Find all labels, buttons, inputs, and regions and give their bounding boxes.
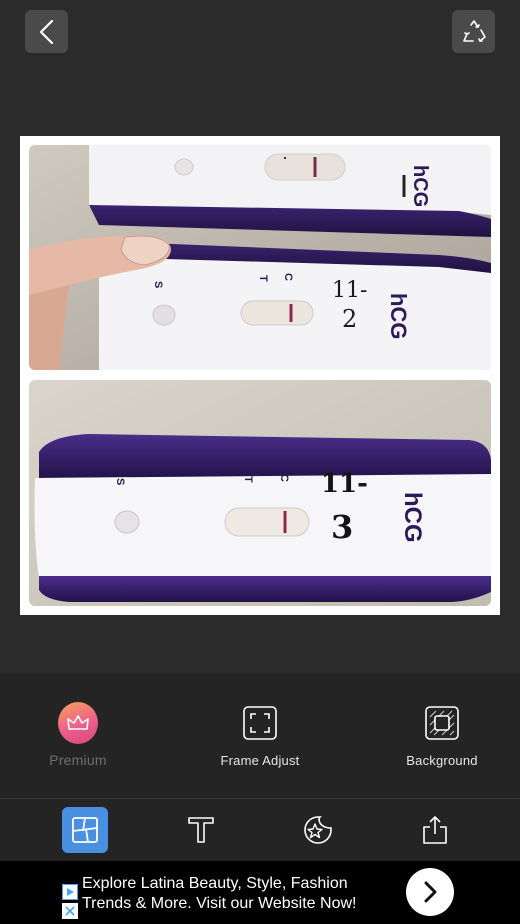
photo-1-window-letter-t: T [257, 275, 269, 282]
background-icon [425, 706, 459, 740]
tab-sticker[interactable] [295, 807, 341, 853]
ad-open-button[interactable] [406, 868, 454, 916]
ad-banner[interactable]: Explore Latina Beauty, Style, Fashion Tr… [0, 861, 520, 924]
sticker-icon [304, 816, 332, 844]
back-button[interactable] [25, 10, 68, 53]
layout-icon [72, 817, 98, 843]
bottom-tab-bar [0, 799, 520, 861]
frame-adjust-label: Frame Adjust [220, 753, 300, 768]
recycle-button[interactable] [452, 10, 495, 53]
photo-1-window-letter-c: C [282, 273, 294, 281]
photo-collage-editor: hCG S C T 11- 2 hCG S C T 11- 3 hCG Prem… [0, 0, 520, 924]
chevron-left-icon [39, 19, 53, 44]
text-icon [188, 817, 214, 843]
pregnancy-test-photo-2: S C T 11- 3 hCG [29, 380, 491, 606]
photo-2-marker-line-2: 3 [331, 508, 353, 546]
photo-1-front-strip-label: hCG [386, 293, 411, 339]
frame-adjust-button[interactable]: Frame Adjust [185, 703, 335, 768]
crown-icon [67, 715, 89, 730]
premium-label: Premium [49, 752, 107, 768]
ad-choices[interactable] [62, 884, 78, 924]
share-icon [423, 816, 447, 844]
tools-panel: Premium Frame Adjust Background [0, 673, 520, 799]
frame-adjust-icon [243, 706, 277, 740]
ad-text[interactable]: Explore Latina Beauty, Style, Fashion Tr… [82, 874, 392, 914]
photo-2-marker-line-1: 11- [321, 469, 368, 499]
tab-layout[interactable] [62, 807, 108, 853]
photo-2-window-letter-t: T [242, 476, 254, 483]
collage-photo-top[interactable]: hCG S C T 11- 2 hCG [29, 145, 491, 370]
collage-canvas[interactable]: hCG S C T 11- 2 hCG S C T 11- 3 hCG [20, 136, 500, 615]
photo-1-sample-letter: S [152, 281, 164, 288]
photo-1-back-strip-label: hCG [409, 165, 431, 207]
photo-2-sample-letter: S [114, 478, 126, 485]
photo-1-marker-line-2: 2 [342, 305, 357, 333]
background-label: Background [406, 753, 478, 768]
recycle-icon [462, 19, 486, 42]
tab-share[interactable] [412, 807, 458, 853]
ad-info-icon[interactable] [62, 884, 78, 900]
photo-2-window-letter-c: C [278, 474, 290, 482]
premium-button[interactable]: Premium [3, 702, 153, 768]
ad-close-icon[interactable] [62, 903, 78, 919]
collage-photo-bottom[interactable]: S C T 11- 3 hCG [29, 380, 491, 606]
chevron-right-icon [424, 881, 437, 903]
background-button[interactable]: Background [367, 703, 517, 768]
photo-1-marker-line-1: 11- [332, 278, 367, 303]
pregnancy-test-photo-1: hCG S C T 11- 2 hCG [29, 145, 491, 370]
tab-text[interactable] [178, 807, 224, 853]
photo-2-strip-label: hCG [399, 492, 426, 543]
